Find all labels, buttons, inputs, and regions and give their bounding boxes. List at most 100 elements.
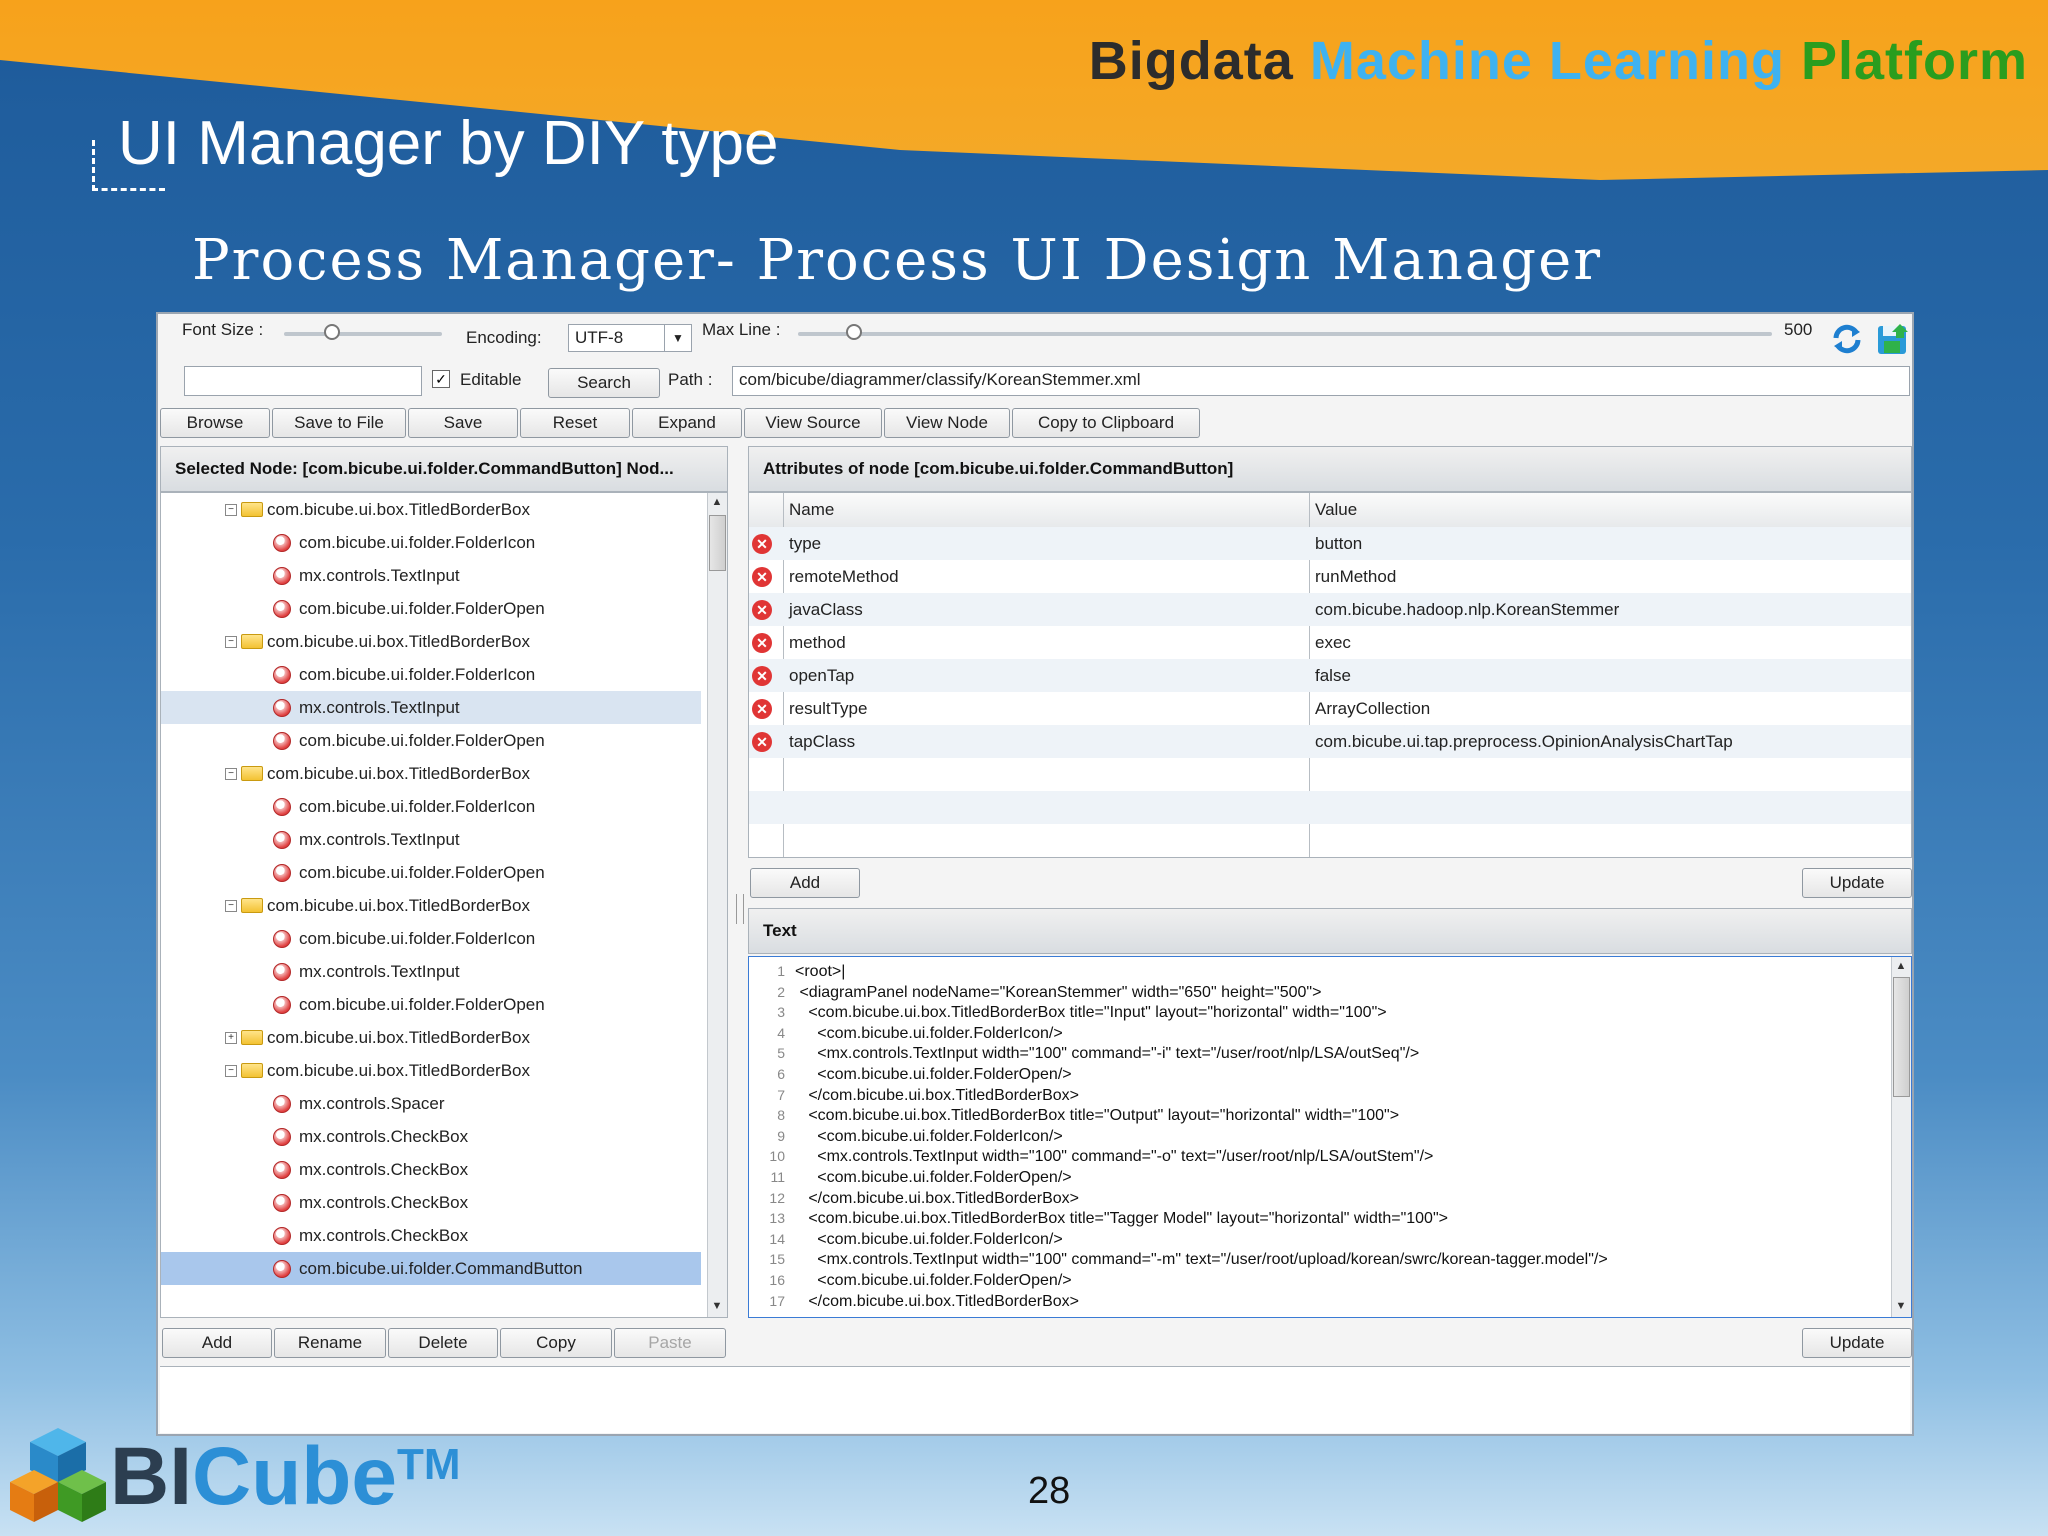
- attribute-row[interactable]: ✕ resultType ArrayCollection: [749, 692, 1911, 725]
- expand-button[interactable]: Expand: [632, 408, 742, 438]
- col-value-header[interactable]: Value: [1315, 500, 1357, 520]
- chevron-down-icon[interactable]: ▼: [664, 325, 691, 351]
- attributes-grid[interactable]: Name Value ✕ type button ✕ remoteMethod runMe…: [748, 492, 1912, 858]
- tree-node[interactable]: mx.controls.Spacer: [161, 1087, 701, 1120]
- xml-text-editor[interactable]: 1 <root>| 2 <diagramPanel nodeName="Korean…: [748, 956, 1912, 1318]
- tree-node[interactable]: com.bicube.ui.folder.FolderOpen: [161, 592, 701, 625]
- editable-checkbox[interactable]: ✓: [432, 370, 450, 388]
- max-line-slider[interactable]: [798, 332, 1772, 336]
- expand-icon[interactable]: +: [225, 1032, 237, 1044]
- attribute-row[interactable]: ✕ type button: [749, 527, 1911, 560]
- tree-node[interactable]: − com.bicube.ui.box.TitledBorderBox: [161, 625, 701, 658]
- node-tree[interactable]: − com.bicube.ui.box.TitledBorderBox com.bi…: [160, 492, 728, 1318]
- line-number: 3: [777, 1004, 785, 1021]
- editor-scroll-thumb[interactable]: [1893, 977, 1910, 1097]
- view-source-button[interactable]: View Source: [744, 408, 882, 438]
- save-disk-icon[interactable]: [1876, 322, 1910, 356]
- encoding-select[interactable]: UTF-8 ▼: [568, 324, 692, 352]
- attributes-add-button[interactable]: Add: [750, 868, 860, 898]
- attribute-row[interactable]: ✕ javaClass com.bicube.hadoop.nlp.KoreanSt…: [749, 593, 1911, 626]
- tree-node[interactable]: mx.controls.CheckBox: [161, 1219, 701, 1252]
- attribute-value[interactable]: exec: [1315, 626, 1351, 659]
- tree-node[interactable]: − com.bicube.ui.box.TitledBorderBox: [161, 757, 701, 790]
- tree-node[interactable]: mx.controls.TextInput: [161, 559, 701, 592]
- tree-delete-button[interactable]: Delete: [388, 1328, 498, 1358]
- tree-node[interactable]: + com.bicube.ui.box.TitledBorderBox: [161, 1021, 701, 1054]
- attribute-value[interactable]: ArrayCollection: [1315, 692, 1430, 725]
- attribute-row[interactable]: ✕ openTap false: [749, 659, 1911, 692]
- tree-node[interactable]: com.bicube.ui.folder.FolderIcon: [161, 658, 701, 691]
- scroll-up-arrow-icon[interactable]: ▲: [708, 493, 726, 511]
- tree-node[interactable]: com.bicube.ui.folder.FolderOpen: [161, 724, 701, 757]
- collapse-icon[interactable]: −: [225, 1065, 237, 1077]
- max-line-slider-thumb[interactable]: [846, 324, 862, 340]
- view-node-button[interactable]: View Node: [884, 408, 1010, 438]
- tree-node[interactable]: com.bicube.ui.folder.FolderIcon: [161, 922, 701, 955]
- tree-node[interactable]: − com.bicube.ui.box.TitledBorderBox: [161, 493, 701, 526]
- font-size-slider[interactable]: [284, 332, 442, 336]
- line-number: 17: [769, 1292, 785, 1309]
- attribute-value[interactable]: runMethod: [1315, 560, 1396, 593]
- panel-splitter[interactable]: [736, 894, 744, 924]
- attribute-value[interactable]: false: [1315, 659, 1351, 692]
- editor-scrollbar[interactable]: ▲ ▼: [1891, 957, 1911, 1317]
- attribute-value[interactable]: com.bicube.ui.tap.preprocess.OpinionAnal…: [1315, 725, 1733, 758]
- scroll-up-arrow-icon[interactable]: ▲: [1892, 957, 1910, 975]
- scroll-down-arrow-icon[interactable]: ▼: [708, 1297, 726, 1315]
- save-button[interactable]: Save: [408, 408, 518, 438]
- path-input[interactable]: com/bicube/diagrammer/classify/KoreanSte…: [732, 366, 1910, 396]
- attribute-row[interactable]: ✕ tapClass com.bicube.ui.tap.preprocess.Op…: [749, 725, 1911, 758]
- save-to-file-button[interactable]: Save to File: [272, 408, 406, 438]
- delete-attribute-icon[interactable]: ✕: [752, 732, 772, 752]
- tree-node[interactable]: com.bicube.ui.folder.FolderOpen: [161, 988, 701, 1021]
- scroll-down-arrow-icon[interactable]: ▼: [1892, 1297, 1910, 1315]
- tree-scrollbar[interactable]: ▲ ▼: [707, 493, 727, 1317]
- collapse-icon[interactable]: −: [225, 636, 237, 648]
- tree-node[interactable]: com.bicube.ui.folder.CommandButton: [161, 1252, 701, 1285]
- search-input[interactable]: [184, 366, 422, 396]
- text-update-button[interactable]: Update: [1802, 1328, 1912, 1358]
- attribute-row[interactable]: ✕ method exec: [749, 626, 1911, 659]
- copy-to-clipboard-button[interactable]: Copy to Clipboard: [1012, 408, 1200, 438]
- browse-button[interactable]: Browse: [160, 408, 270, 438]
- tree-node[interactable]: mx.controls.TextInput: [161, 955, 701, 988]
- delete-attribute-icon[interactable]: ✕: [752, 666, 772, 686]
- tree-node[interactable]: mx.controls.CheckBox: [161, 1186, 701, 1219]
- attributes-update-button[interactable]: Update: [1802, 868, 1912, 898]
- attribute-row[interactable]: ✕ remoteMethod runMethod: [749, 560, 1911, 593]
- tree-node[interactable]: − com.bicube.ui.box.TitledBorderBox: [161, 1054, 701, 1087]
- tree-node[interactable]: mx.controls.CheckBox: [161, 1120, 701, 1153]
- delete-attribute-icon[interactable]: ✕: [752, 567, 772, 587]
- attribute-row[interactable]: [749, 791, 1911, 824]
- attribute-value[interactable]: button: [1315, 527, 1362, 560]
- refresh-icon[interactable]: [1830, 322, 1864, 356]
- reset-button[interactable]: Reset: [520, 408, 630, 438]
- tree-node[interactable]: com.bicube.ui.folder.FolderIcon: [161, 526, 701, 559]
- tree-node[interactable]: mx.controls.CheckBox: [161, 1153, 701, 1186]
- tree-scroll-thumb[interactable]: [709, 515, 726, 571]
- delete-attribute-icon[interactable]: ✕: [752, 534, 772, 554]
- attribute-name: resultType: [789, 699, 868, 718]
- attribute-row[interactable]: [749, 824, 1911, 857]
- tree-node[interactable]: mx.controls.TextInput: [161, 691, 701, 724]
- col-name-header[interactable]: Name: [789, 500, 834, 520]
- collapse-icon[interactable]: −: [225, 504, 237, 516]
- delete-attribute-icon[interactable]: ✕: [752, 633, 772, 653]
- font-size-slider-thumb[interactable]: [324, 324, 340, 340]
- tree-node[interactable]: mx.controls.TextInput: [161, 823, 701, 856]
- tree-node[interactable]: − com.bicube.ui.box.TitledBorderBox: [161, 889, 701, 922]
- tree-paste-button[interactable]: Paste: [614, 1328, 726, 1358]
- delete-attribute-icon[interactable]: ✕: [752, 699, 772, 719]
- attribute-row[interactable]: [749, 758, 1911, 791]
- search-button[interactable]: Search: [548, 368, 660, 398]
- tree-node[interactable]: com.bicube.ui.folder.FolderIcon: [161, 790, 701, 823]
- tree-copy-button[interactable]: Copy: [500, 1328, 612, 1358]
- tree-add-button[interactable]: Add: [162, 1328, 272, 1358]
- delete-attribute-icon[interactable]: ✕: [752, 600, 772, 620]
- attribute-value[interactable]: com.bicube.hadoop.nlp.KoreanStemmer: [1315, 593, 1619, 626]
- collapse-icon[interactable]: −: [225, 900, 237, 912]
- tree-node-label: mx.controls.CheckBox: [299, 1226, 469, 1245]
- tree-node[interactable]: com.bicube.ui.folder.FolderOpen: [161, 856, 701, 889]
- tree-rename-button[interactable]: Rename: [274, 1328, 386, 1358]
- collapse-icon[interactable]: −: [225, 768, 237, 780]
